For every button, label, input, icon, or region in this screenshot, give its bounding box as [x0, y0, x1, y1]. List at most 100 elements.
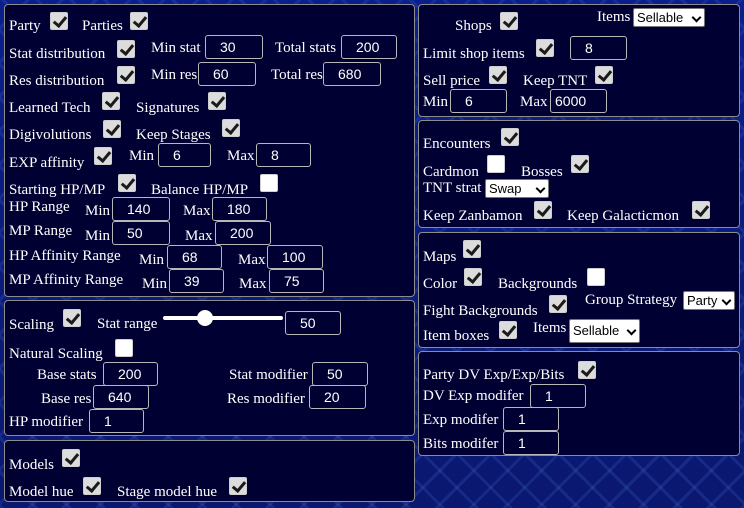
- shops-panel: Shops Items Sellable Limit shop items Se…: [418, 4, 740, 117]
- digivolutions-label: Digivolutions: [9, 127, 92, 143]
- mp-affinity-range-label: MP Affinity Range: [9, 272, 124, 288]
- shop-min-input[interactable]: [450, 89, 507, 113]
- res-distribution-label: Res distribution: [9, 73, 105, 89]
- base-stats-input[interactable]: [103, 362, 158, 386]
- signatures-checkbox[interactable]: [208, 92, 226, 110]
- mp-affinity-max-input[interactable]: [269, 269, 324, 293]
- hp-range-max-input[interactable]: [212, 197, 267, 221]
- balance-hp-mp-checkbox[interactable]: [260, 174, 278, 192]
- party-checkbox[interactable]: [50, 12, 68, 30]
- parties-checkbox[interactable]: [130, 12, 148, 30]
- keep-zanbamon-checkbox[interactable]: [534, 201, 552, 219]
- keep-stages-checkbox[interactable]: [222, 119, 240, 137]
- exp-affinity-label: EXP affinity: [9, 155, 85, 171]
- maps-checkbox[interactable]: [463, 240, 481, 258]
- model-hue-checkbox[interactable]: [83, 477, 101, 495]
- models-label: Models: [9, 457, 54, 473]
- bits-modifier-input[interactable]: [503, 431, 559, 455]
- min-stat-input[interactable]: [205, 35, 263, 59]
- map-items-label: Items: [533, 320, 567, 336]
- dv-exp-modifier-input[interactable]: [530, 384, 586, 408]
- stat-distribution-checkbox[interactable]: [117, 40, 135, 58]
- encounters-checkbox[interactable]: [501, 128, 519, 146]
- cardmon-checkbox[interactable]: [487, 155, 505, 173]
- map-items-select[interactable]: Sellable: [569, 319, 640, 343]
- shop-items-select[interactable]: Sellable: [633, 8, 705, 27]
- stat-range-input[interactable]: [285, 311, 341, 335]
- starting-hp-mp-checkbox[interactable]: [118, 174, 136, 192]
- stat-range-track: [163, 316, 283, 320]
- hp-affinity-range-label: HP Affinity Range: [9, 248, 121, 264]
- stat-modifier-input[interactable]: [312, 362, 368, 386]
- mp-range-label: MP Range: [9, 223, 73, 239]
- exp-affinity-min-input[interactable]: [158, 143, 211, 167]
- item-boxes-checkbox[interactable]: [499, 321, 517, 339]
- fight-backgrounds-checkbox[interactable]: [549, 295, 567, 313]
- keep-tnt-label: Keep TNT: [523, 73, 588, 89]
- hp-affinity-max-input[interactable]: [267, 245, 323, 269]
- limit-shop-items-checkbox[interactable]: [536, 39, 554, 57]
- stat-range-slider[interactable]: [163, 309, 283, 327]
- keep-zanbamon-label: Keep Zanbamon: [423, 208, 523, 224]
- hp-affinity-min-input[interactable]: [167, 245, 222, 269]
- starting-hp-mp-label: Starting HP/MP: [9, 182, 106, 198]
- stat-modifier-label: Stat modifier: [229, 367, 308, 383]
- group-strategy-select[interactable]: Party: [683, 291, 735, 310]
- res-modifier-input[interactable]: [309, 385, 366, 409]
- res-distribution-checkbox[interactable]: [117, 66, 135, 84]
- bosses-checkbox[interactable]: [571, 155, 589, 173]
- learned-tech-checkbox[interactable]: [102, 92, 120, 110]
- backgrounds-checkbox[interactable]: [587, 268, 605, 286]
- tnt-strat-select[interactable]: Swap: [485, 179, 549, 198]
- mp-range-max-input[interactable]: [215, 221, 271, 245]
- models-checkbox[interactable]: [62, 449, 80, 467]
- tnt-strat-selected: Swap: [489, 181, 522, 196]
- party-label: Party: [9, 18, 41, 34]
- total-res-input[interactable]: [323, 62, 381, 86]
- hp-modifier-input[interactable]: [89, 409, 144, 433]
- limit-shop-items-input[interactable]: [570, 36, 627, 60]
- color-checkbox[interactable]: [464, 268, 482, 286]
- limit-shop-items-label: Limit shop items: [423, 46, 525, 62]
- hp-range-min-input[interactable]: [112, 197, 170, 221]
- base-res-input[interactable]: [93, 385, 149, 409]
- mp-affinity-min-input[interactable]: [169, 269, 224, 293]
- parties-label: Parties: [82, 18, 123, 34]
- stage-model-hue-checkbox[interactable]: [229, 477, 247, 495]
- chevron-down-icon: [535, 183, 546, 194]
- base-res-label: Base res: [41, 391, 92, 407]
- mp-range-max-label: Max: [185, 228, 213, 244]
- scaling-checkbox[interactable]: [63, 309, 81, 327]
- party-dv-exp-bits-label: Party DV Exp/Exp/Bits: [423, 367, 565, 383]
- shop-max-input[interactable]: [550, 89, 607, 113]
- digivolutions-checkbox[interactable]: [103, 120, 121, 138]
- exp-affinity-checkbox[interactable]: [94, 147, 112, 165]
- min-res-input[interactable]: [198, 62, 256, 86]
- exp-affinity-min-label: Min: [129, 148, 155, 164]
- party-panel: Party Parties Stat distribution Min stat…: [4, 4, 415, 297]
- sell-price-checkbox[interactable]: [489, 66, 507, 84]
- stat-distribution-label: Stat distribution: [9, 46, 106, 62]
- min-stat-label: Min stat: [151, 40, 201, 56]
- keep-galacticmon-checkbox[interactable]: [692, 201, 710, 219]
- keep-galacticmon-label: Keep Galacticmon: [567, 208, 680, 224]
- min-res-label: Min res: [151, 67, 198, 83]
- natural-scaling-label: Natural Scaling: [9, 346, 103, 362]
- encounters-panel: Encounters Cardmon Bosses TNT strat Swap…: [418, 120, 740, 228]
- natural-scaling-checkbox[interactable]: [115, 339, 133, 357]
- chevron-down-icon: [626, 325, 637, 336]
- shops-checkbox[interactable]: [500, 12, 518, 30]
- exp-modifier-input[interactable]: [503, 407, 559, 431]
- total-res-label: Total res: [271, 67, 323, 83]
- mp-affinity-min-label: Min: [142, 276, 168, 292]
- keep-tnt-checkbox[interactable]: [595, 66, 613, 84]
- total-stats-input[interactable]: [341, 35, 397, 59]
- mp-affinity-max-label: Max: [239, 276, 267, 292]
- exp-affinity-max-input[interactable]: [256, 143, 311, 167]
- party-dv-exp-bits-checkbox[interactable]: [578, 361, 596, 379]
- shop-items-selected: Sellable: [637, 10, 684, 25]
- mp-range-min-input[interactable]: [112, 221, 170, 245]
- group-strategy-selected: Party: [687, 293, 718, 308]
- stat-range-label: Stat range: [97, 316, 158, 332]
- stat-range-thumb[interactable]: [197, 310, 214, 326]
